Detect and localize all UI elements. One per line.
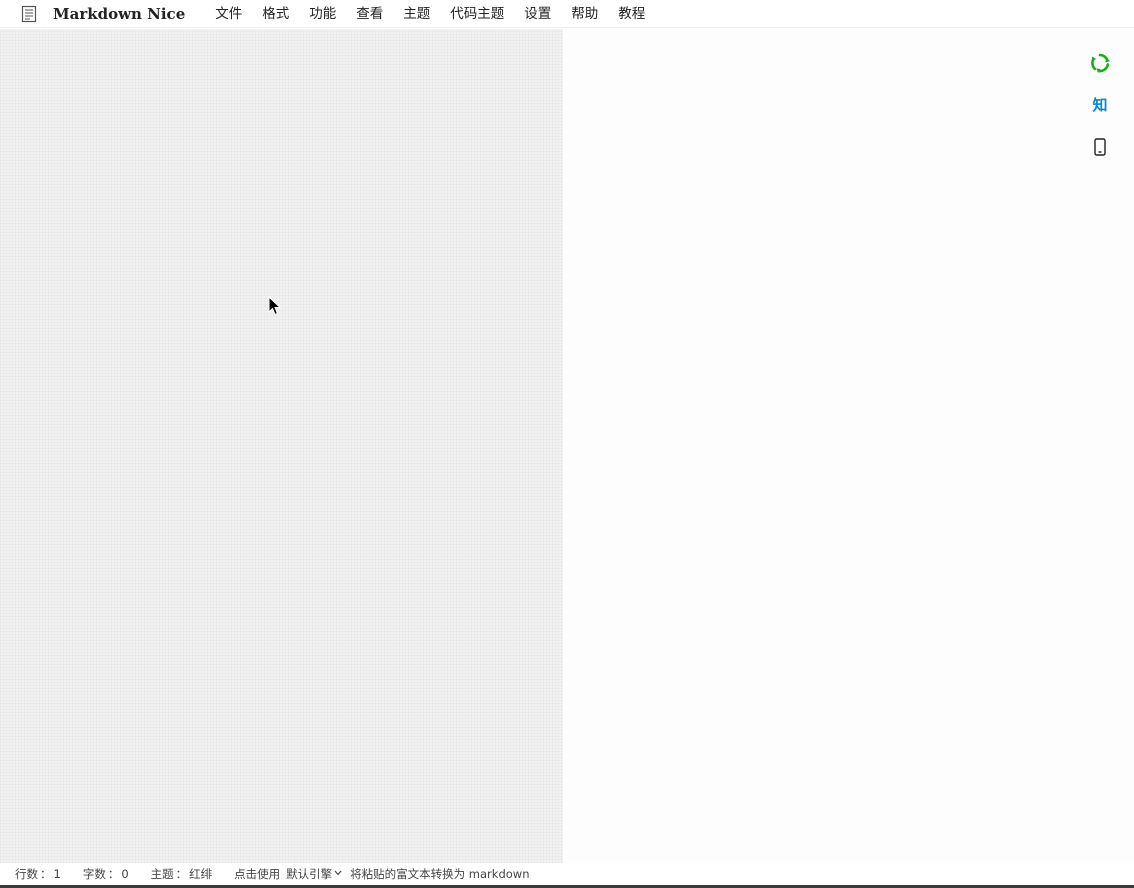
engine-select[interactable]: 默认引擎 <box>286 866 342 882</box>
menubar: Markdown Nice 文件 格式 功能 查看 主题 代码主题 设置 帮助 … <box>0 0 1134 28</box>
menu-format[interactable]: 格式 <box>252 0 299 28</box>
char-count-value: 0 <box>121 867 129 881</box>
menu-function[interactable]: 功能 <box>299 0 346 28</box>
theme-status: 主题 ： 红绯 <box>151 866 213 882</box>
click-use-label: 点击使用 <box>234 867 281 881</box>
zhihu-icon: 知 <box>1092 96 1108 114</box>
engine-value: 默认引擎 <box>286 867 333 881</box>
engine-status: 点击使用 <box>234 866 280 882</box>
mobile-preview-button[interactable] <box>1088 135 1112 159</box>
wechat-copy-button[interactable] <box>1088 51 1112 75</box>
theme-label: 主题 <box>150 867 174 881</box>
menu-settings[interactable]: 设置 <box>514 0 561 28</box>
menu-code-theme[interactable]: 代码主题 <box>440 0 514 28</box>
paste-convert-label: 将粘贴的富文本转换为 markdown <box>350 867 530 881</box>
line-count: 行数 ： 1 <box>15 866 61 882</box>
char-count: 字数 ： 0 <box>83 866 129 882</box>
zhihu-copy-button[interactable]: 知 <box>1088 93 1112 117</box>
menu-help[interactable]: 帮助 <box>561 0 608 28</box>
side-toolbar: 知 <box>1088 51 1112 159</box>
menu-file[interactable]: 文件 <box>205 0 252 28</box>
menu-theme[interactable]: 主题 <box>393 0 440 28</box>
line-count-separator: ： <box>40 867 52 881</box>
theme-separator: ： <box>175 867 188 881</box>
status-bar: 行数 ： 1 字数 ： 0 主题 ： 红绯 点击使用 默认引擎 将粘贴的富文本转… <box>0 863 1134 885</box>
app-window: Markdown Nice 文件 格式 功能 查看 主题 代码主题 设置 帮助 … <box>0 0 1134 888</box>
line-count-label: 行数 <box>15 867 38 881</box>
preview-pane: 知 <box>563 29 1134 863</box>
menu-view[interactable]: 查看 <box>346 0 393 28</box>
markdown-editor[interactable] <box>0 29 563 863</box>
chevron-down-icon <box>334 869 342 879</box>
line-count-value: 1 <box>53 867 61 881</box>
mobile-preview-icon <box>1094 138 1106 156</box>
wechat-icon <box>1091 53 1110 73</box>
theme-value: 红绯 <box>189 867 213 881</box>
char-count-label: 字数 <box>82 867 106 881</box>
brand-title: Markdown Nice <box>53 4 186 23</box>
document-icon[interactable] <box>20 5 38 23</box>
menu-tutorial[interactable]: 教程 <box>608 0 655 28</box>
paste-convert-toggle[interactable]: 将粘贴的富文本转换为 markdown <box>350 866 529 882</box>
char-count-separator: ： <box>107 867 120 881</box>
